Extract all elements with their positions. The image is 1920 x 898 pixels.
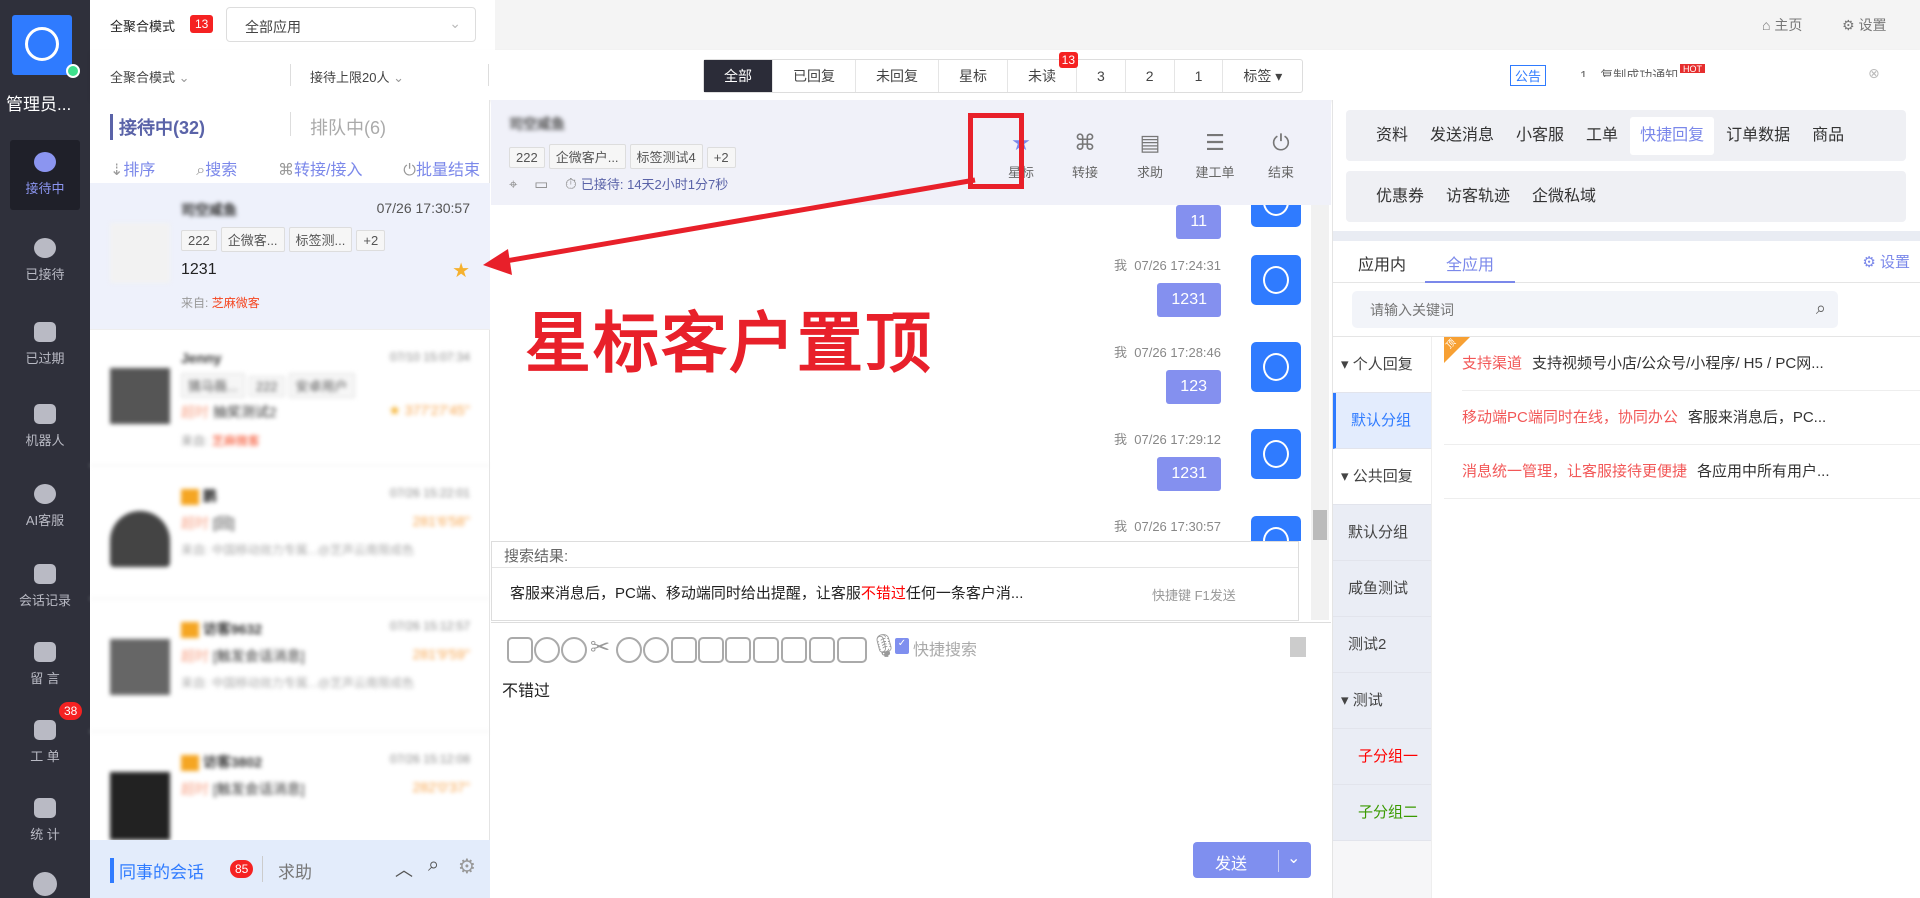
tab-quick-reply[interactable]: 快捷回复: [1630, 116, 1715, 155]
upload-icon[interactable]: [698, 637, 724, 663]
tree-group-personal[interactable]: ▾ 个人回复: [1333, 337, 1431, 393]
search-result-item[interactable]: 客服来消息后，PC端、移动端同时给出提醒，让客服不错过任何一条客户消...: [510, 582, 1023, 603]
contact-card-icon[interactable]: [837, 637, 867, 663]
tab-send-message[interactable]: 发送消息: [1420, 117, 1504, 155]
tree-group-public[interactable]: ▾ 公共回复: [1333, 449, 1431, 505]
tree-empty: [1333, 841, 1431, 898]
tree-item-sub2[interactable]: 子分组二: [1333, 785, 1431, 841]
video-icon[interactable]: [781, 637, 807, 663]
info-tabs-2: 优惠券 访客轨迹 企微私域: [1346, 171, 1906, 222]
invite-icon[interactable]: [616, 637, 642, 663]
shortcut-hint: 快捷键 F1发送: [1152, 588, 1236, 603]
microphone-icon[interactable]: 🎙: [870, 633, 898, 659]
quick-reply-item[interactable]: 支持渠道 支持视频号小店/公众号/小程序/ H5 / PC网...: [1462, 337, 1920, 391]
quick-search-label: 快捷搜索: [913, 642, 978, 659]
inbox-icon[interactable]: [725, 637, 751, 663]
tab-ticket[interactable]: 工单: [1576, 117, 1628, 155]
red-packet-icon[interactable]: [809, 637, 835, 663]
quick-search-checkbox[interactable]: ✓: [895, 638, 909, 654]
tab-in-app[interactable]: 应用内: [1358, 251, 1406, 275]
tree-item-test2[interactable]: 测试2: [1333, 617, 1431, 673]
divider: [1333, 231, 1920, 241]
message-input[interactable]: 不错过: [502, 677, 550, 701]
settings-link[interactable]: ⚙ 设置: [1862, 251, 1910, 272]
info-tabs: 资料 发送消息 小客服 工单 快捷回复 订单数据 商品: [1346, 110, 1906, 161]
tab-mini-service[interactable]: 小客服: [1506, 117, 1574, 155]
history-icon[interactable]: [534, 637, 560, 663]
divider: [1431, 337, 1432, 898]
tab-orders[interactable]: 订单数据: [1716, 117, 1800, 155]
chevron-down-icon: ⌄: [1287, 850, 1301, 867]
tree-item-sub1[interactable]: 子分组一: [1333, 729, 1431, 785]
tree-item-xianyu[interactable]: 咸鱼测试: [1333, 561, 1431, 617]
tab-products[interactable]: 商品: [1802, 117, 1854, 155]
keyword-input[interactable]: [1352, 291, 1752, 328]
emoji-icon[interactable]: [561, 637, 587, 663]
keyword-search[interactable]: ⌕: [1352, 291, 1838, 328]
tab-coupons[interactable]: 优惠券: [1366, 178, 1434, 216]
folder-icon[interactable]: [671, 637, 697, 663]
quick-reply-item[interactable]: 消息统一管理，让客服接待更便捷 各应用中所有用户...: [1444, 445, 1920, 499]
collapse-icon[interactable]: [1290, 637, 1306, 657]
image-icon[interactable]: [507, 637, 533, 663]
send-button[interactable]: 发送 ⌄: [1193, 842, 1311, 878]
annotation-text: 星标客户置顶: [525, 306, 933, 380]
scissors-icon[interactable]: ✂: [590, 633, 610, 662]
tab-visitor-trail[interactable]: 访客轨迹: [1436, 178, 1520, 216]
search-results-title: 搜索结果:: [492, 542, 1298, 568]
tree-item-default-public[interactable]: 默认分组: [1333, 505, 1431, 561]
add-doc-icon[interactable]: [753, 637, 779, 663]
tab-wecom[interactable]: 企微私域: [1522, 178, 1606, 216]
tree-item-default[interactable]: 默认分组: [1333, 393, 1431, 449]
tab-all-apps[interactable]: 全应用: [1425, 241, 1515, 283]
gear-icon: ⚙: [1862, 254, 1880, 271]
timer-48-icon[interactable]: [643, 637, 669, 663]
tab-profile[interactable]: 资料: [1366, 117, 1418, 155]
search-icon[interactable]: ⌕: [1816, 298, 1826, 319]
scope-tabs: 应用内 全应用 ⚙ 设置: [1333, 241, 1920, 283]
quick-reply-item[interactable]: 移动端PC端同时在线，协同办公 客服来消息后，PC...: [1444, 391, 1920, 445]
quick-search-results: 搜索结果: 客服来消息后，PC端、移动端同时给出提醒，让客服不错过任何一条客户消…: [491, 541, 1299, 621]
tree-group-test[interactable]: ▾ 测试: [1333, 673, 1431, 729]
